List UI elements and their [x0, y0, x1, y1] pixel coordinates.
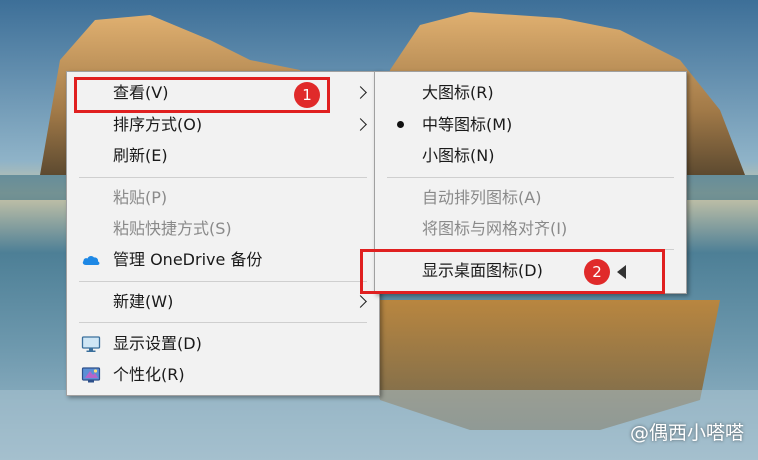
menu-separator	[79, 177, 367, 178]
submenu-item-medium-icons[interactable]: 中等图标(M)	[375, 109, 686, 140]
menu-item-new[interactable]: 新建(W)	[67, 286, 379, 317]
monitor-icon	[81, 336, 101, 352]
menu-item-label: 小图标(N)	[422, 146, 495, 165]
menu-item-display-settings[interactable]: 显示设置(D)	[67, 328, 379, 359]
menu-item-paste[interactable]: 粘贴(P)	[67, 182, 379, 213]
menu-item-personalize[interactable]: 个性化(R)	[67, 359, 379, 390]
chevron-right-icon	[354, 295, 367, 308]
menu-item-label: 大图标(R)	[422, 83, 494, 102]
step-badge-2: 2	[584, 259, 610, 285]
menu-item-label: 排序方式(O)	[113, 115, 203, 134]
highlight-box-view	[74, 77, 330, 113]
menu-item-onedrive-backup[interactable]: 管理 OneDrive 备份	[67, 244, 379, 275]
menu-item-label: 将图标与网格对齐(I)	[422, 219, 568, 238]
menu-item-sort-by[interactable]: 排序方式(O)	[67, 109, 379, 140]
menu-item-label: 粘贴(P)	[113, 188, 168, 207]
radio-bullet-icon	[397, 121, 404, 128]
menu-item-paste-shortcut[interactable]: 粘贴快捷方式(S)	[67, 213, 379, 244]
submenu-item-large-icons[interactable]: 大图标(R)	[375, 77, 686, 108]
menu-item-label: 粘贴快捷方式(S)	[113, 219, 232, 238]
personalize-icon	[81, 367, 101, 383]
chevron-right-icon	[354, 86, 367, 99]
cloud-icon	[82, 256, 100, 265]
chevron-right-icon	[354, 118, 367, 131]
menu-item-label: 个性化(R)	[113, 365, 185, 384]
menu-item-refresh[interactable]: 刷新(E)	[67, 140, 379, 171]
menu-item-label: 刷新(E)	[113, 146, 168, 165]
menu-separator	[79, 281, 367, 282]
submenu-item-align-to-grid[interactable]: 将图标与网格对齐(I)	[375, 213, 686, 244]
menu-separator	[387, 177, 674, 178]
submenu-item-small-icons[interactable]: 小图标(N)	[375, 140, 686, 171]
menu-item-label: 中等图标(M)	[422, 115, 513, 134]
menu-item-label: 自动排列图标(A)	[422, 188, 542, 207]
menu-item-label: 新建(W)	[113, 292, 174, 311]
menu-item-label: 管理 OneDrive 备份	[113, 250, 263, 269]
menu-separator	[79, 322, 367, 323]
menu-item-label: 显示设置(D)	[113, 334, 202, 353]
watermark: @偶西小嗒嗒	[629, 422, 744, 444]
pointer-arrow-icon	[617, 265, 626, 279]
step-badge-1: 1	[294, 82, 320, 108]
desktop-context-menu: 查看(V) 排序方式(O) 刷新(E) 粘贴(P) 粘贴快捷方式(S) 管理 O…	[66, 71, 380, 396]
submenu-item-auto-arrange[interactable]: 自动排列图标(A)	[375, 182, 686, 213]
